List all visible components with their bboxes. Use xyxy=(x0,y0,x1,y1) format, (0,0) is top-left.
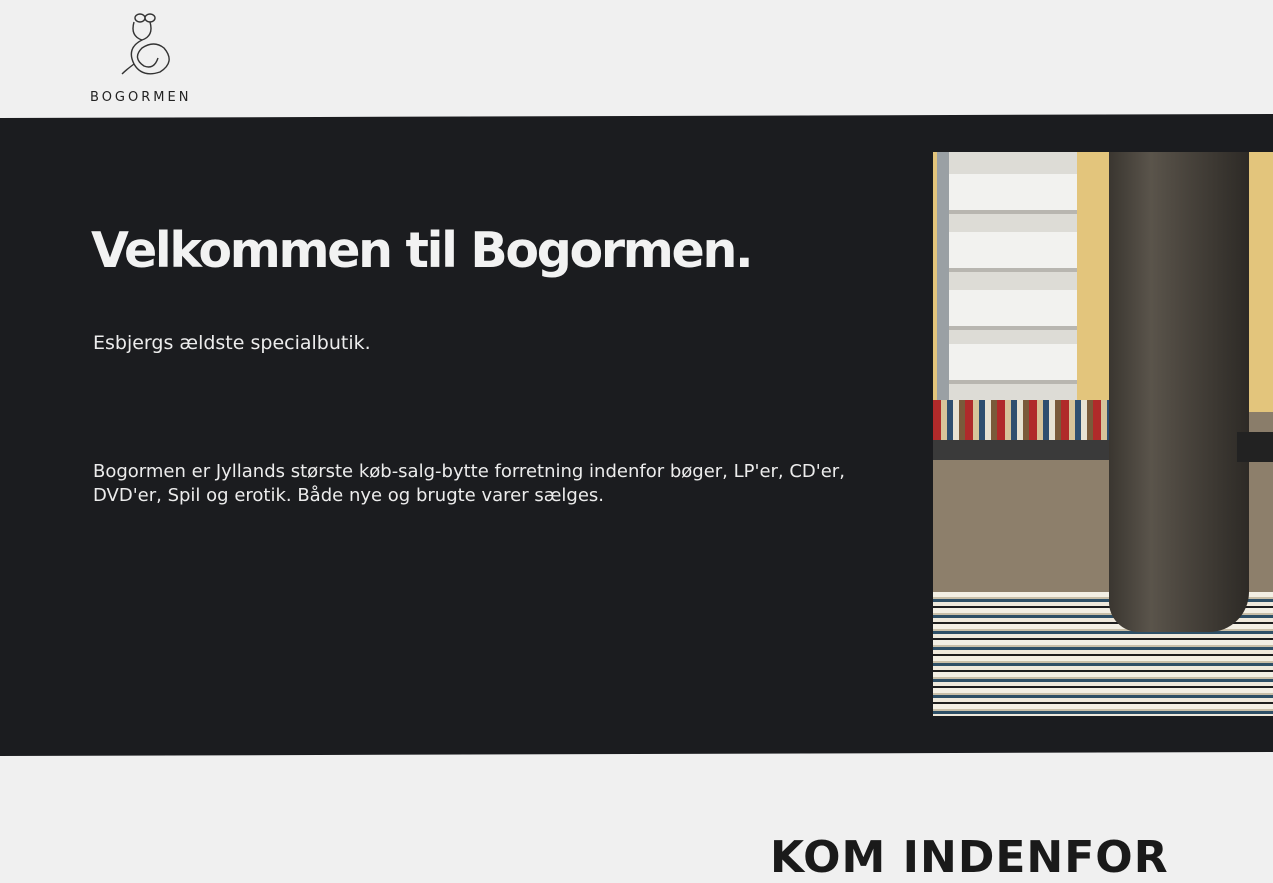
photo-tree-trunk xyxy=(1109,152,1249,632)
photo-drainpipe xyxy=(937,152,949,412)
logo-wordmark: BOGORMEN xyxy=(90,90,192,105)
logo-link[interactable]: BOGORMEN xyxy=(84,8,216,112)
bookstall-photo xyxy=(933,152,1273,716)
section-heading: KOM INDENFOR xyxy=(770,832,1169,883)
hero-title: Velkommen til Bogormen. xyxy=(91,222,754,279)
hero-subtitle: Esbjergs ældste specialbutik. xyxy=(93,332,371,354)
photo-stone-block xyxy=(947,290,1077,330)
photo-book-row xyxy=(933,400,1113,440)
photo-stone-block xyxy=(947,232,1077,272)
site-header: BOGORMEN xyxy=(0,0,1273,118)
bookworm-logo-icon xyxy=(121,13,170,75)
photo-stone-block xyxy=(947,174,1077,214)
hero-description: Bogormen er Jyllands største køb-salg-by… xyxy=(93,461,845,506)
photo-strap xyxy=(1237,432,1273,462)
photo-stone-block xyxy=(947,344,1077,384)
